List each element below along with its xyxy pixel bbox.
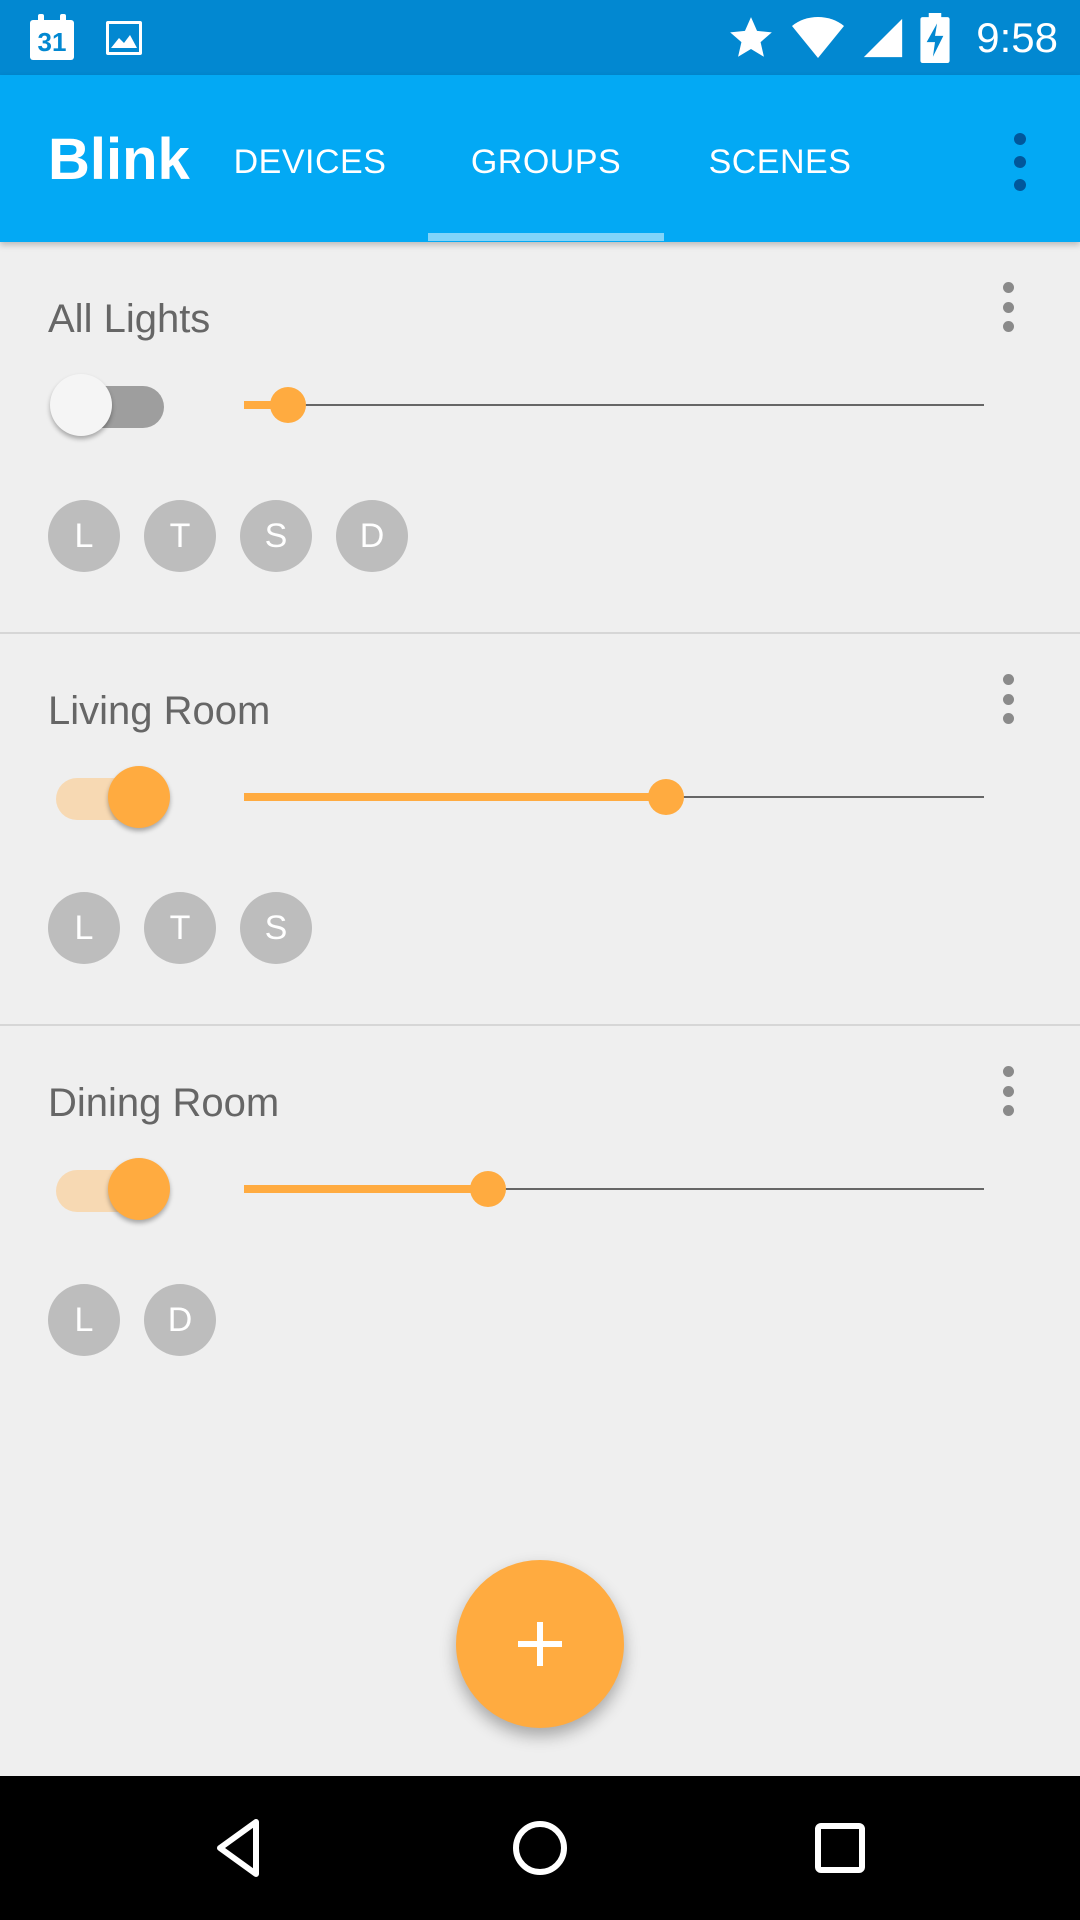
- tab-scenes[interactable]: SCENES: [690, 137, 870, 187]
- toggle-thumb[interactable]: [50, 374, 112, 436]
- slider-fill: [244, 1185, 488, 1193]
- brightness-slider[interactable]: [244, 1169, 984, 1209]
- back-icon[interactable]: [204, 1812, 276, 1884]
- calendar-day: 31: [37, 27, 67, 57]
- slider-rail: [244, 404, 984, 406]
- toggle-thumb[interactable]: [108, 1158, 170, 1220]
- member-chips: L D: [48, 1284, 216, 1356]
- wifi-icon: [792, 17, 845, 58]
- group-name: Living Room: [48, 689, 271, 733]
- status-bar: 31 9:58: [0, 0, 1080, 75]
- member-chip[interactable]: L: [48, 1284, 120, 1356]
- member-chip[interactable]: D: [336, 500, 408, 572]
- toggle-thumb[interactable]: [108, 766, 170, 828]
- slider-fill: [244, 793, 666, 801]
- member-chip[interactable]: T: [144, 500, 216, 572]
- app-title: Blink: [48, 127, 190, 192]
- tab-devices[interactable]: DEVICES: [220, 137, 400, 187]
- home-icon[interactable]: [504, 1812, 576, 1884]
- member-chip[interactable]: D: [144, 1284, 216, 1356]
- status-clock: 9:58: [976, 14, 1058, 61]
- group-power-toggle[interactable]: [50, 1158, 170, 1220]
- image-icon: [106, 21, 142, 55]
- group-card-living-room: Living Room L T S: [0, 634, 1080, 1026]
- cell-signal-icon: [864, 18, 903, 58]
- member-chip[interactable]: L: [48, 892, 120, 964]
- add-group-button[interactable]: [456, 1560, 624, 1728]
- tab-selected-indicator: [428, 233, 664, 241]
- tab-groups[interactable]: GROUPS: [428, 137, 664, 187]
- battery-charging-icon: [920, 13, 950, 63]
- group-power-toggle[interactable]: [50, 374, 170, 436]
- member-chip[interactable]: S: [240, 500, 312, 572]
- overflow-menu-icon[interactable]: [1010, 133, 1030, 191]
- app-bar: Blink DEVICES GROUPS SCENES: [0, 75, 1080, 242]
- group-overflow-menu-icon[interactable]: [998, 674, 1018, 724]
- brightness-slider[interactable]: [244, 385, 984, 425]
- star-icon: [730, 17, 773, 57]
- system-nav-bar: [0, 1776, 1080, 1920]
- group-card-all-lights: All Lights L T S D: [0, 242, 1080, 634]
- group-overflow-menu-icon[interactable]: [998, 282, 1018, 332]
- group-name: Dining Room: [48, 1081, 280, 1125]
- calendar-icon: 31: [28, 14, 76, 62]
- status-bar-system: 9:58: [726, 10, 1058, 66]
- slider-knob[interactable]: [270, 387, 306, 423]
- member-chip[interactable]: L: [48, 500, 120, 572]
- group-card-dining-room: Dining Room L D: [0, 1026, 1080, 1418]
- recents-icon[interactable]: [804, 1812, 876, 1884]
- slider-knob[interactable]: [648, 779, 684, 815]
- member-chip[interactable]: S: [240, 892, 312, 964]
- group-power-toggle[interactable]: [50, 766, 170, 828]
- brightness-slider[interactable]: [244, 777, 984, 817]
- slider-knob[interactable]: [470, 1171, 506, 1207]
- group-overflow-menu-icon[interactable]: [998, 1066, 1018, 1116]
- member-chips: L T S: [48, 892, 312, 964]
- member-chips: L T S D: [48, 500, 408, 572]
- group-name: All Lights: [48, 297, 211, 341]
- status-bar-notifications: 31: [28, 14, 142, 62]
- member-chip[interactable]: T: [144, 892, 216, 964]
